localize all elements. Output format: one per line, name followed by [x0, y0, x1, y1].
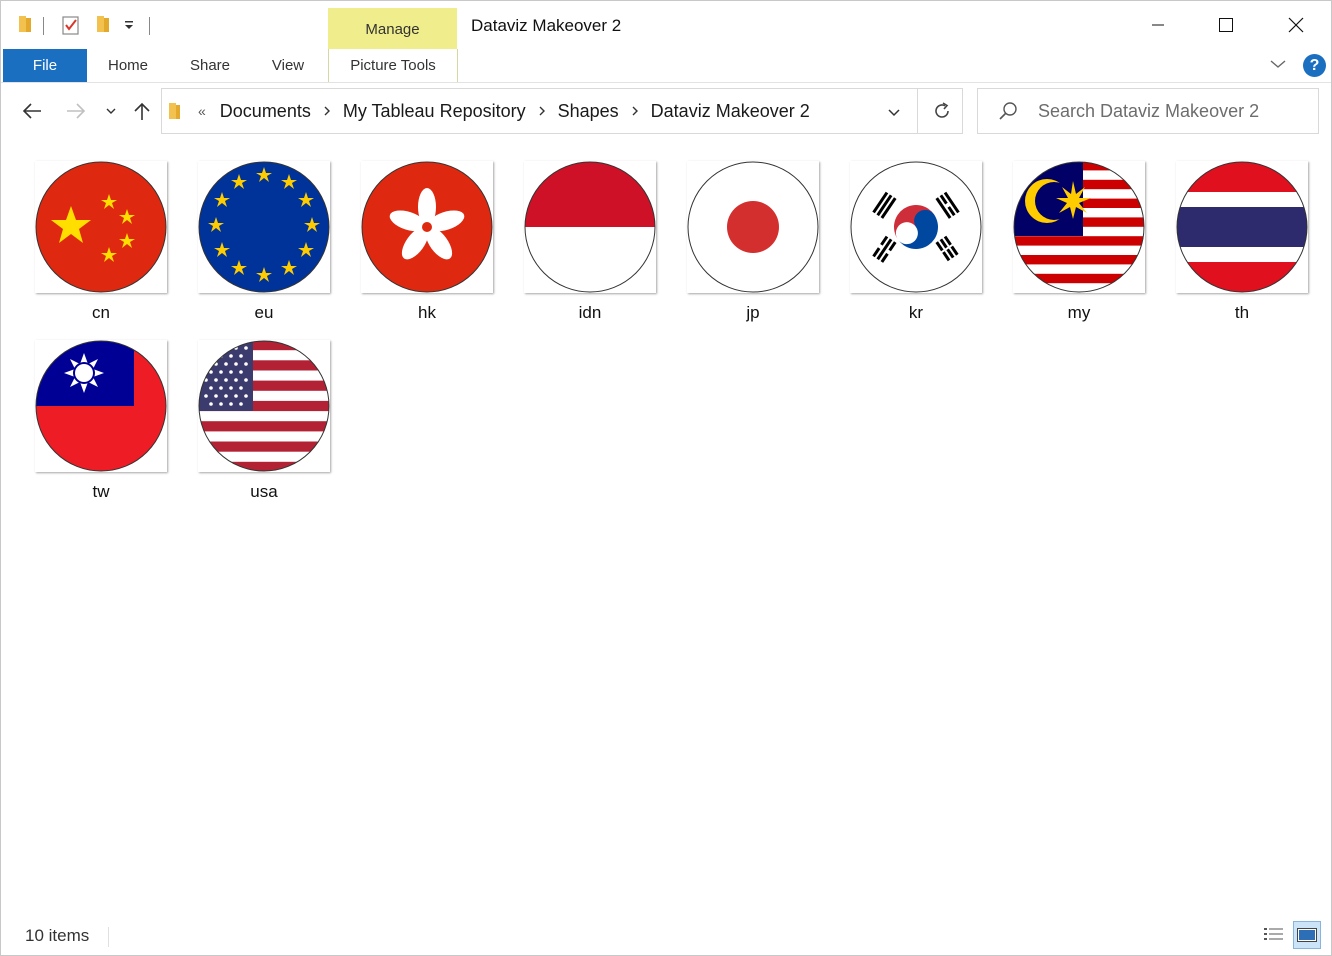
breadcrumb-item-dataviz-makeover-2[interactable]: Dataviz Makeover 2: [651, 101, 810, 122]
refresh-button[interactable]: [932, 101, 952, 126]
up-button[interactable]: [129, 99, 155, 123]
properties-icon[interactable]: [61, 15, 81, 40]
back-button[interactable]: [19, 99, 45, 123]
forward-arrow-icon: [67, 103, 86, 119]
file-item-hk[interactable]: hk: [327, 141, 493, 322]
thumbnail: [198, 161, 330, 293]
usa-flag-icon: [198, 340, 330, 472]
japan-flag-icon: [687, 161, 819, 293]
chevron-right-icon[interactable]: [631, 105, 639, 117]
tab-home[interactable]: Home: [97, 49, 159, 82]
thumbnail: [850, 161, 982, 293]
search-input[interactable]: Search Dataviz Makeover 2: [1038, 89, 1259, 133]
file-name: usa: [250, 482, 278, 501]
taiwan-flag-icon: [35, 340, 167, 472]
folder-icon: [168, 102, 182, 125]
minimize-button[interactable]: [1123, 1, 1193, 49]
minimize-icon: [1152, 24, 1164, 26]
thumbnail: [361, 161, 493, 293]
chevron-down-icon: [888, 109, 900, 117]
thumbnail: [198, 340, 330, 472]
back-arrow-icon: [22, 103, 41, 119]
file-item-my[interactable]: my: [979, 141, 1145, 322]
thumbnail: [1013, 161, 1145, 293]
address-history-dropdown[interactable]: [887, 105, 901, 123]
file-item-usa[interactable]: usa: [164, 320, 330, 501]
large-icons-view-icon: [1297, 928, 1317, 942]
up-arrow-icon: [134, 102, 150, 120]
address-bar[interactable]: « Documents My Tableau Repository Shapes…: [161, 88, 963, 134]
item-count: 10 items: [25, 926, 90, 945]
file-item-tw[interactable]: tw: [1, 320, 167, 501]
search-icon: [998, 101, 1018, 126]
tab-picture-tools[interactable]: Picture Tools: [328, 49, 458, 82]
status-divider: [108, 927, 109, 947]
close-button[interactable]: [1261, 1, 1331, 49]
file-item-idn[interactable]: idn: [490, 141, 656, 322]
folder-icon[interactable]: [17, 15, 33, 38]
window-title: Dataviz Makeover 2: [471, 16, 622, 35]
title-bar: Manage Dataviz Makeover 2: [1, 1, 1331, 49]
recent-locations-button[interactable]: [101, 99, 121, 123]
maximize-button[interactable]: [1191, 1, 1261, 49]
chevron-down-icon: [106, 108, 116, 114]
chevron-right-icon[interactable]: [538, 105, 546, 117]
customize-qat-icon[interactable]: [123, 15, 135, 38]
thumbnail: [35, 340, 167, 472]
thumbnail: [1176, 161, 1308, 293]
china-flag-icon: [35, 161, 167, 293]
status-bar: 10 items: [1, 915, 1331, 955]
breadcrumb-item-my-tableau-repository[interactable]: My Tableau Repository: [343, 101, 526, 122]
context-tab-group-manage: Manage: [328, 8, 457, 49]
file-explorer-window: Manage Dataviz Makeover 2 File Home Shar…: [0, 0, 1332, 956]
eu-flag-icon: [198, 161, 330, 293]
new-folder-icon[interactable]: [95, 15, 111, 38]
large-icons-view-button[interactable]: [1293, 921, 1321, 949]
malaysia-flag-icon: [1013, 161, 1145, 293]
breadcrumb-item-documents[interactable]: Documents: [220, 101, 311, 122]
thumbnail: [687, 161, 819, 293]
breadcrumb-item-shapes[interactable]: Shapes: [558, 101, 619, 122]
file-list: cn eu hk idn jp kr my th tw usa: [1, 141, 1331, 916]
refresh-icon: [935, 102, 949, 118]
file-item-jp[interactable]: jp: [653, 141, 819, 322]
address-divider: [917, 89, 918, 133]
tab-share[interactable]: Share: [179, 49, 241, 82]
hong-kong-flag-icon: [361, 161, 493, 293]
file-item-th[interactable]: th: [1142, 141, 1308, 322]
file-item-kr[interactable]: kr: [816, 141, 982, 322]
forward-button[interactable]: [63, 99, 89, 123]
context-tab-group-label: Manage: [365, 21, 420, 38]
chevron-right-icon[interactable]: [323, 105, 331, 117]
thailand-flag-icon: [1176, 161, 1308, 293]
close-icon: [1288, 17, 1304, 33]
south-korea-flag-icon: [850, 161, 982, 293]
file-item-cn[interactable]: cn: [1, 141, 167, 322]
help-icon[interactable]: ?: [1303, 54, 1326, 77]
expand-ribbon-icon[interactable]: [1269, 57, 1287, 76]
breadcrumb-overflow[interactable]: «: [198, 103, 206, 119]
thumbnail: [524, 161, 656, 293]
indonesia-flag-icon: [524, 161, 656, 293]
file-item-eu[interactable]: eu: [164, 141, 330, 322]
ribbon-tab-bar: File Home Share View Picture Tools ?: [1, 49, 1331, 83]
search-box[interactable]: Search Dataviz Makeover 2: [977, 88, 1319, 134]
navigation-bar: « Documents My Tableau Repository Shapes…: [1, 83, 1331, 139]
details-view-button[interactable]: [1260, 921, 1288, 949]
maximize-icon: [1219, 18, 1233, 32]
breadcrumb: « Documents My Tableau Repository Shapes…: [198, 89, 810, 133]
tab-view[interactable]: View: [257, 49, 319, 82]
details-view-icon: [1264, 928, 1283, 940]
qat-divider: [43, 17, 44, 35]
file-name: th: [1234, 303, 1250, 322]
thumbnail: [35, 161, 167, 293]
qat-divider: [149, 17, 150, 35]
tab-file[interactable]: File: [3, 49, 87, 82]
